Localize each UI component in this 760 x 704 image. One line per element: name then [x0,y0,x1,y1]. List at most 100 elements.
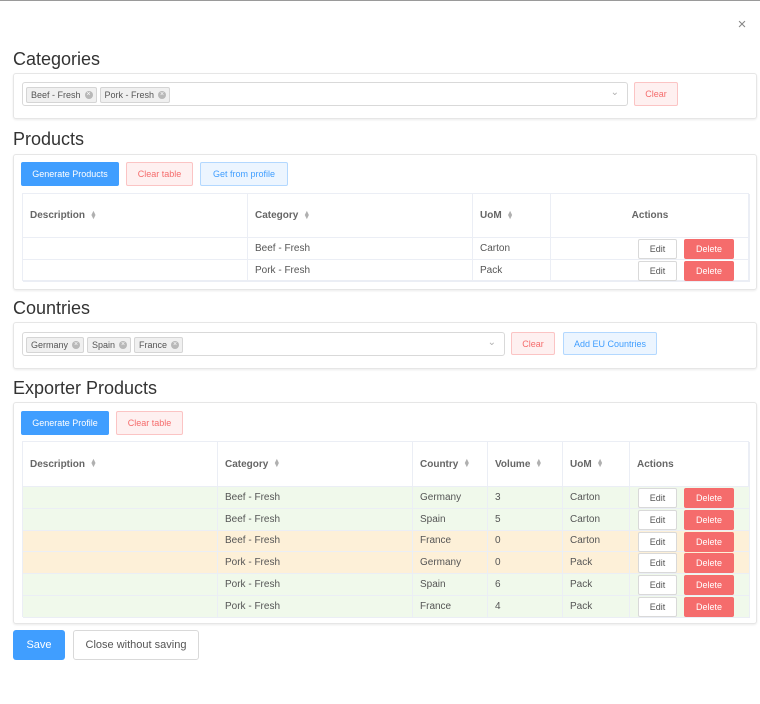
table-cell: 3 [488,487,563,509]
add-eu-countries-button[interactable]: Add EU Countries [563,332,657,355]
tag-remove-icon[interactable]: × [158,91,167,99]
column-header-label: Volume [495,458,531,470]
countries-clear-button[interactable]: Clear [511,332,555,355]
cell-text: Beef - Fresh [225,491,281,503]
delete-button[interactable]: Delete [684,531,734,552]
tag-label: Pork - Fresh [104,90,155,100]
chevron-down-icon[interactable]: ⌄ [611,87,619,99]
cell-text: France [420,600,452,612]
tag-remove-icon[interactable]: × [72,341,81,349]
cell-text: Pork - Fresh [225,557,281,569]
table-cell: Spain [413,508,488,531]
column-header-label: Description [30,210,86,221]
column-header-label: Category [225,458,269,470]
column-header[interactable]: Country ▲ ▼ [413,442,488,487]
column-header-label: Country [420,458,459,470]
column-header[interactable]: Description ▲ ▼ [23,194,248,238]
window-top-border [0,0,760,1]
column-header[interactable]: UoM ▲ ▼ [473,194,551,238]
cell-text: Beef - Fresh [225,513,281,525]
close-icon[interactable]: × [734,17,750,33]
sort-caret-icon[interactable]: ▲ ▼ [507,210,514,221]
cell-text: France [420,535,452,547]
column-header[interactable]: Category ▲ ▼ [248,194,473,238]
table-cell: Pack [563,574,630,596]
sort-caret-icon[interactable]: ▲ ▼ [303,210,310,221]
table-cell: Pork - Fresh [218,596,413,618]
selected-tag: Germany × [26,337,85,353]
cell-text: 4 [495,600,501,612]
countries-tags: Germany × Spain × France × [23,333,504,353]
delete-button[interactable]: Delete [684,261,734,281]
delete-button[interactable]: Delete [684,597,734,617]
edit-button[interactable]: Edit [638,597,677,617]
cell-text: Spain [420,579,446,591]
delete-button[interactable]: Delete [684,488,734,508]
cell-text: 3 [495,491,501,503]
edit-button[interactable]: Edit [638,509,677,530]
delete-button[interactable]: Delete [684,509,734,530]
exporter-products-title: Exporter Products [13,378,158,398]
tag-remove-icon[interactable]: × [84,91,93,99]
countries-title: Countries [13,298,91,318]
edit-button[interactable]: Edit [638,239,677,259]
column-header[interactable]: Description ▲ ▼ [23,442,218,487]
cell-text: 5 [495,513,501,525]
delete-button[interactable]: Delete [684,239,734,259]
get-from-profile-button[interactable]: Get from profile [200,162,288,186]
close-without-saving-button[interactable]: Close without saving [73,630,199,660]
sort-caret-icon[interactable]: ▲ ▼ [463,458,470,469]
column-header[interactable]: Category ▲ ▼ [218,442,413,487]
column-header[interactable]: Volume ▲ ▼ [488,442,563,487]
cell-text: Pack [570,557,593,569]
products-clear-table-button[interactable]: Clear table [126,162,193,186]
table-cell: Pork - Fresh [218,574,413,596]
delete-button[interactable]: Delete [684,575,734,596]
edit-button[interactable]: Edit [638,553,677,574]
table-cell [23,260,248,282]
sort-caret-icon[interactable]: ▲ ▼ [597,458,604,469]
generate-products-button[interactable]: Generate Products [21,162,119,186]
tag-remove-icon[interactable]: × [171,341,180,349]
table-cell: France [413,596,488,618]
table-cell: Pack [563,596,630,618]
cell-text: 0 [495,557,501,569]
exporter-clear-table-button[interactable]: Clear table [116,411,183,435]
exporter-products-table: Description ▲ ▼ Category ▲ ▼ Country ▲ ▼ Volume ▲ ▼… [22,441,750,618]
generate-profile-button[interactable]: Generate Profile [21,411,109,435]
table-cell: Carton [563,487,630,509]
sort-caret-icon[interactable]: ▲ ▼ [90,210,97,221]
sort-caret-icon[interactable]: ▲ ▼ [90,458,97,469]
column-header: Actions [551,194,750,238]
cell-text: Beef - Fresh [255,243,311,254]
table-cell: Beef - Fresh [218,530,413,553]
delete-button[interactable]: Delete [684,553,734,574]
cell-text: Pack [480,265,503,276]
table-cell: Pork - Fresh [248,260,473,282]
tag-remove-icon[interactable]: × [119,341,128,349]
selected-tag: Beef - Fresh × [26,87,97,103]
save-button[interactable]: Save [13,630,65,660]
cell-text: Spain [420,513,446,525]
sort-caret-icon[interactable]: ▲ ▼ [535,458,542,469]
cell-text: Pork - Fresh [255,265,311,276]
products-title: Products [13,129,85,149]
edit-button[interactable]: Edit [638,575,677,596]
edit-button[interactable]: Edit [638,261,677,281]
table-cell: 0 [488,552,563,575]
edit-button[interactable]: Edit [638,488,677,508]
chevron-down-icon[interactable]: ⌄ [488,337,496,349]
table-cell: Carton [473,238,551,260]
categories-clear-button[interactable]: Clear [634,82,678,106]
table-cell: Carton [563,508,630,531]
cell-text: Beef - Fresh [225,535,281,547]
tag-label: France [139,340,168,350]
column-header[interactable]: UoM ▲ ▼ [563,442,630,487]
sort-caret-icon[interactable]: ▲ ▼ [273,458,280,469]
categories-select[interactable]: Beef - Fresh × Pork - Fresh × ⌄ [22,82,628,106]
edit-button[interactable]: Edit [638,531,677,552]
table-cell [23,596,218,618]
table-cell: Carton [563,530,630,553]
countries-select[interactable]: Germany × Spain × France × ⌄ [22,332,505,356]
cell-text: Carton [570,491,601,503]
